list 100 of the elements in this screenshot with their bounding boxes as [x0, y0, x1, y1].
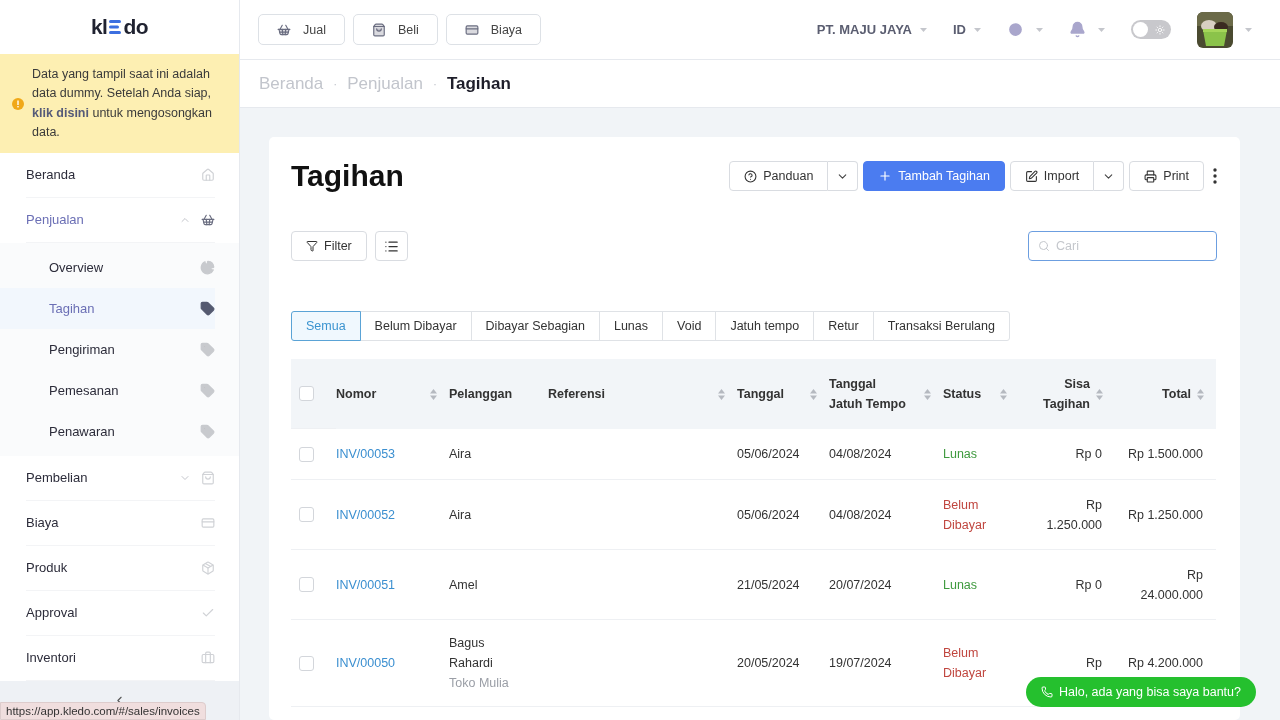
table-cell-text: 04/08/2024 [829, 446, 892, 463]
table-cell-text: Rp 4.200.000 [1127, 655, 1203, 672]
checkbox[interactable] [299, 507, 314, 522]
table-cell-text: Rp 1.500.000 [1127, 446, 1203, 463]
basket-icon [201, 212, 215, 227]
filter-icon [306, 240, 318, 252]
sidebar-item[interactable]: Biaya [26, 500, 215, 546]
invoice-link[interactable]: INV/00050 [336, 653, 396, 673]
bag-icon [201, 470, 215, 485]
basket-icon [277, 22, 291, 37]
dropdown-button[interactable] [828, 161, 859, 191]
table-cell-text: 20/07/2024 [829, 576, 892, 594]
box-icon [201, 560, 215, 575]
caret-icon [1245, 27, 1252, 32]
action-button[interactable]: Import [1009, 161, 1095, 191]
logo: kl do [89, 13, 150, 40]
breadcrumb-separator: · [432, 76, 437, 91]
quick-button[interactable]: Jual [258, 14, 345, 45]
checkbox[interactable] [299, 446, 314, 462]
url-tooltip: https://app.kledo.com/#/sales/invoices [0, 702, 206, 720]
invoice-link[interactable]: INV/00051 [336, 574, 396, 595]
sidebar-subitem[interactable]: Pemesanan [0, 369, 215, 411]
notice-text: Data yang tampil saat ini adalah data dummy. Setelah Anda siap, klik disini untuk mengosongkan data. [32, 65, 213, 142]
page-title: Tagihan [291, 159, 404, 193]
tag-icon [200, 382, 215, 398]
theme-toggle[interactable] [1131, 20, 1171, 39]
filter-tab[interactable]: Void [662, 311, 717, 341]
sidebar-item[interactable]: Penjualan [26, 197, 215, 243]
table-cell-text: 05/06/2024 [737, 506, 800, 524]
company-selector[interactable]: PT. MAJU JAYA [816, 22, 927, 37]
table-cell-text: 21/05/2024 [737, 576, 800, 594]
action-button[interactable]: Panduan [729, 161, 829, 191]
printer-icon [1144, 169, 1158, 183]
logo-mark-icon [108, 18, 123, 35]
status-label: Belum Dibayar [943, 645, 988, 682]
caret-icon [1098, 27, 1105, 32]
add-button[interactable]: Tambah Tagihan [863, 161, 1005, 191]
checkbox[interactable] [299, 386, 314, 401]
search-field[interactable]: Cari [1028, 231, 1217, 261]
table-cell-text: Bagus Rahardi [449, 635, 494, 672]
invoice-link[interactable]: INV/00052 [336, 504, 396, 525]
invoice-link[interactable]: INV/00053 [336, 444, 396, 464]
more-icon [1213, 168, 1217, 184]
sidebar-subitem[interactable]: Overview [0, 246, 215, 288]
table-cell-text: 05/06/2024 [737, 446, 800, 463]
column-header: Referensi [548, 386, 605, 403]
table-cell-text: Rp 1.250.000 [1127, 506, 1203, 524]
column-header: Total [1162, 386, 1191, 403]
filter-tab[interactable]: Retur [813, 311, 874, 341]
checkbox[interactable] [299, 655, 314, 671]
bell-icon [1069, 21, 1086, 38]
column-header: Status [943, 386, 982, 403]
filter-tab[interactable]: Lunas [598, 311, 664, 341]
filter-tab[interactable]: Jatuh tempo [715, 311, 815, 341]
history-button[interactable] [1007, 21, 1043, 38]
sidebar-item[interactable]: Pembelian [26, 455, 215, 501]
column-header: Tanggal [737, 386, 784, 403]
table-cell-text: 19/07/2024 [829, 655, 892, 672]
table-cell-text: Rp 0 [1075, 576, 1102, 594]
bag-icon [371, 22, 386, 37]
search-icon [1038, 240, 1050, 252]
sidebar-item[interactable]: Beranda [26, 152, 215, 198]
filter-tab[interactable]: Dibayar Sebagian [470, 311, 600, 341]
column-header: Nomor [336, 386, 377, 403]
account-button[interactable] [1197, 11, 1252, 48]
table-cell-text: Toko Mulia [449, 675, 509, 692]
table-cell-text: Aira [449, 506, 472, 524]
sidebar-subitem[interactable]: Penawaran [0, 410, 215, 452]
language-selector[interactable]: ID [953, 22, 981, 37]
sidebar-subitem[interactable]: Tagihan [0, 287, 215, 329]
dropdown-button[interactable] [1094, 161, 1125, 191]
column-header: Tanggal Jatuh Tempo [829, 376, 907, 413]
list-view-button[interactable] [374, 231, 408, 261]
help-icon [744, 169, 758, 183]
column-header: Sisa Tagihan [1042, 376, 1090, 413]
sidebar-subitem[interactable]: Pengiriman [0, 328, 215, 370]
breadcrumb-current: Tagihan [446, 73, 511, 94]
action-button[interactable]: Print [1129, 161, 1204, 191]
plus-icon [878, 169, 893, 183]
list-icon [383, 238, 399, 254]
sidebar-item[interactable]: Approval [26, 590, 215, 636]
column-header: Pelanggan [449, 386, 513, 403]
table-cell-text: 20/05/2024 [737, 655, 800, 672]
filter-tab[interactable]: Belum Dibayar [359, 311, 472, 341]
quick-button[interactable]: Beli [352, 14, 438, 45]
sidebar-item[interactable]: Inventori [26, 635, 215, 681]
sun-icon [1155, 24, 1165, 35]
caret-icon [974, 27, 981, 32]
filter-tab[interactable]: Transaksi Berulang [872, 311, 1010, 341]
quick-button[interactable]: Biaya [445, 14, 542, 45]
caret-icon [920, 27, 927, 32]
table-cell-text: Rp 1.250.000 [1045, 496, 1102, 534]
breadcrumb-separator: · [333, 76, 338, 91]
sidebar-item[interactable]: Produk [26, 545, 215, 591]
notification-button[interactable] [1069, 21, 1105, 38]
table-cell-text: Rp [1086, 655, 1102, 672]
filter-button[interactable]: Filter [291, 231, 367, 261]
home-icon [201, 167, 215, 182]
tag-icon [200, 423, 215, 439]
checkbox[interactable] [299, 577, 314, 592]
